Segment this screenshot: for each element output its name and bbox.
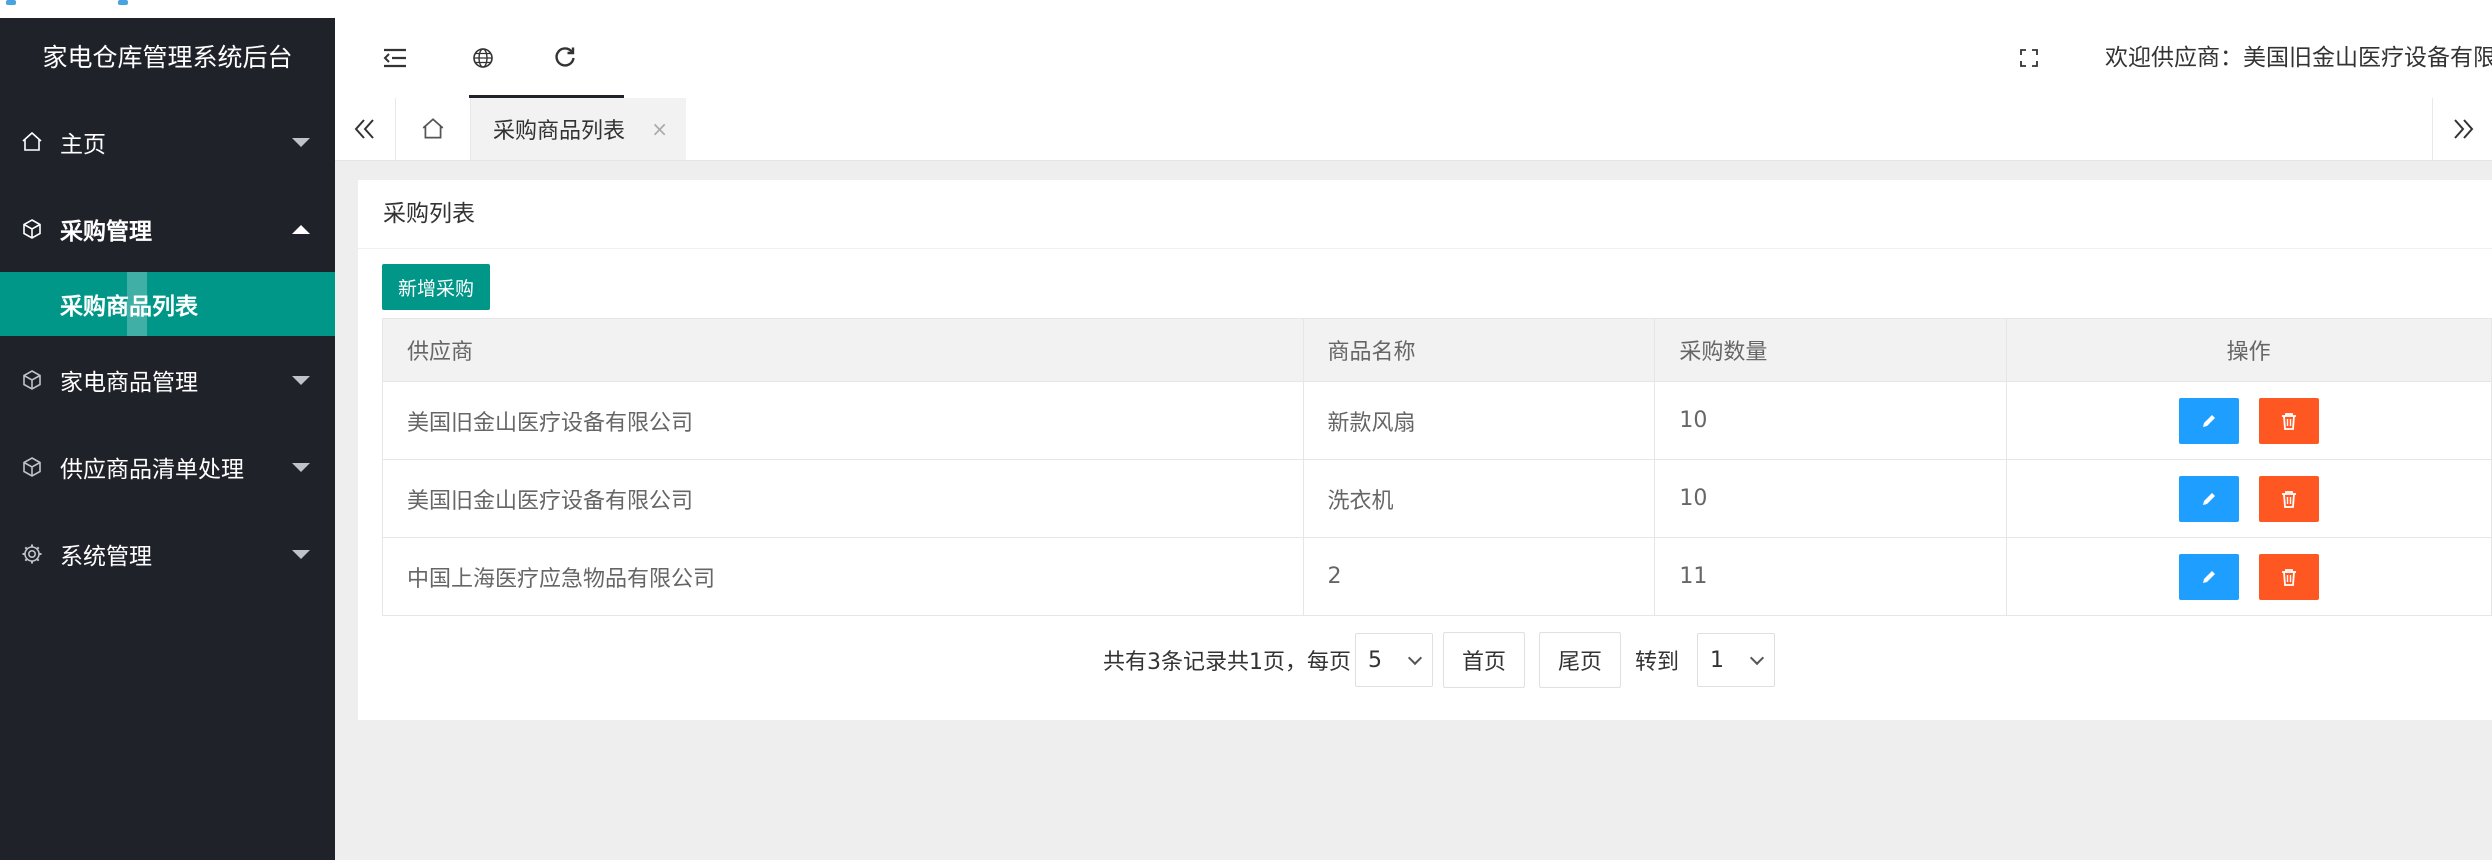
sidebar: 家电仓库管理系统后台 主页 采购管理 采购商品列表 家电商品管理 供应商品清单处… — [0, 18, 335, 860]
supplier-cell: 美国旧金山医疗设备有限公司 — [382, 459, 1304, 538]
chevron-up-icon — [292, 224, 310, 234]
pencil-icon — [2202, 414, 2215, 427]
sidebar-item-purchase[interactable]: 采购管理 — [0, 185, 335, 272]
content-card: 采购列表 新增采购 供应商 商品名称 采购数量 操作 美国旧金山医疗设备有限公司… — [358, 180, 2492, 720]
quantity-cell: 10 — [1654, 381, 2008, 460]
column-header[interactable]: 供应商 — [382, 318, 1304, 382]
table-row: 中国上海医疗应急物品有限公司 2 11 — [382, 537, 2492, 616]
pencil-icon — [2202, 570, 2215, 583]
edit-button[interactable] — [2178, 397, 2239, 444]
refresh-icon — [555, 47, 575, 67]
first-page-button[interactable]: 首页 — [1443, 632, 1526, 688]
trash-icon — [2281, 568, 2296, 586]
actions-cell — [2006, 537, 2492, 616]
chevron-down-icon — [292, 462, 310, 472]
tab-label: 采购商品列表 — [493, 119, 626, 144]
product-cell: 洗衣机 — [1302, 459, 1656, 538]
goto-label: 转到 — [1635, 650, 1680, 675]
top-header: 欢迎供应商：美国旧金山医疗设备有限公 — [335, 18, 2492, 98]
strip-mark — [118, 0, 128, 5]
delete-button[interactable] — [2258, 553, 2319, 600]
fullscreen-button[interactable] — [1999, 18, 2059, 98]
cube-icon — [23, 218, 41, 239]
table-header-row: 供应商 商品名称 采购数量 操作 — [382, 318, 2492, 382]
chevron-down-icon — [1749, 650, 1765, 666]
close-icon[interactable]: × — [651, 117, 668, 141]
chevron-down-icon — [1407, 650, 1423, 666]
submenu-purchase: 采购商品列表 — [0, 272, 335, 336]
welcome-text: 欢迎供应商：美国旧金山医疗设备有限公 — [2105, 45, 2492, 71]
delete-button[interactable] — [2258, 397, 2319, 444]
trash-icon — [2281, 412, 2296, 430]
gear-icon — [22, 544, 42, 563]
pencil-icon — [2202, 492, 2215, 505]
product-cell: 新款风扇 — [1302, 381, 1656, 460]
top-strip — [0, 0, 2492, 18]
text-cursor-highlight — [127, 272, 147, 336]
menu-collapse-icon — [383, 48, 406, 68]
chevron-down-icon — [292, 137, 310, 147]
quantity-cell: 10 — [1654, 459, 2008, 538]
sidebar-item-purchase-list[interactable]: 采购商品列表 — [0, 272, 335, 336]
sidebar-item-home[interactable]: 主页 — [0, 98, 335, 185]
tab-scroll-right-button[interactable] — [2432, 98, 2492, 160]
pagination: 共有3条记录共1页，每页 5 首页 尾页 转到 1 — [358, 632, 2492, 688]
cube-icon — [23, 369, 41, 390]
double-chevron-right-icon — [2454, 119, 2474, 139]
quantity-cell: 11 — [1654, 537, 2008, 616]
column-header[interactable]: 采购数量 — [1654, 318, 2008, 382]
page-size-select[interactable]: 5 — [1355, 633, 1433, 687]
sidebar-item-appliance[interactable]: 家电商品管理 — [0, 336, 335, 423]
edit-button[interactable] — [2178, 553, 2239, 600]
column-header[interactable]: 商品名称 — [1302, 318, 1656, 382]
supplier-cell: 美国旧金山医疗设备有限公司 — [382, 381, 1304, 460]
column-header: 操作 — [2006, 318, 2492, 382]
double-chevron-left-icon — [354, 119, 374, 139]
tab-home[interactable] — [395, 98, 471, 160]
sidebar-item-label: 供应商品清单处理 — [60, 456, 244, 483]
delete-button[interactable] — [2258, 475, 2319, 522]
sidebar-item-supply[interactable]: 供应商品清单处理 — [0, 423, 335, 510]
card-title: 采购列表 — [358, 180, 2492, 249]
home-icon — [422, 118, 443, 139]
strip-mark — [6, 0, 16, 5]
sidebar-item-label: 家电商品管理 — [60, 369, 198, 396]
purchase-table: 供应商 商品名称 采购数量 操作 美国旧金山医疗设备有限公司 新款风扇 10 美… — [382, 318, 2492, 616]
tab-purchase-list[interactable]: 采购商品列表 × — [471, 98, 686, 160]
language-button[interactable] — [453, 18, 513, 98]
menu-collapse-button[interactable] — [365, 18, 425, 98]
actions-cell — [2006, 381, 2492, 460]
supplier-cell: 中国上海医疗应急物品有限公司 — [382, 537, 1304, 616]
home-icon — [22, 131, 42, 151]
actions-cell — [2006, 459, 2492, 538]
chevron-down-icon — [292, 375, 310, 385]
sidebar-item-label: 采购管理 — [60, 218, 152, 245]
app-title: 家电仓库管理系统后台 — [42, 43, 293, 72]
product-cell: 2 — [1302, 537, 1656, 616]
last-page-button[interactable]: 尾页 — [1539, 632, 1622, 688]
trash-icon — [2281, 490, 2296, 508]
goto-page-value: 1 — [1710, 647, 1725, 673]
page-size-value: 5 — [1368, 647, 1382, 673]
sidebar-item-label: 系统管理 — [60, 543, 152, 570]
globe-icon — [473, 48, 493, 68]
pagination-summary: 共有3条记录共1页，每页 — [1103, 650, 1351, 675]
refresh-button[interactable] — [535, 18, 595, 98]
tab-scroll-left-button[interactable] — [335, 98, 396, 160]
tab-bar: 采购商品列表 × — [335, 98, 2492, 161]
table-row: 美国旧金山医疗设备有限公司 洗衣机 10 — [382, 459, 2492, 538]
goto-page-select[interactable]: 1 — [1697, 633, 1776, 687]
sidebar-item-label: 主页 — [60, 131, 106, 158]
table-row: 美国旧金山医疗设备有限公司 新款风扇 10 — [382, 381, 2492, 460]
cube-icon — [23, 456, 41, 477]
add-purchase-button[interactable]: 新增采购 — [382, 264, 490, 310]
fullscreen-icon — [2020, 49, 2038, 67]
edit-button[interactable] — [2178, 475, 2239, 522]
sidebar-item-system[interactable]: 系统管理 — [0, 510, 335, 597]
chevron-down-icon — [292, 549, 310, 559]
